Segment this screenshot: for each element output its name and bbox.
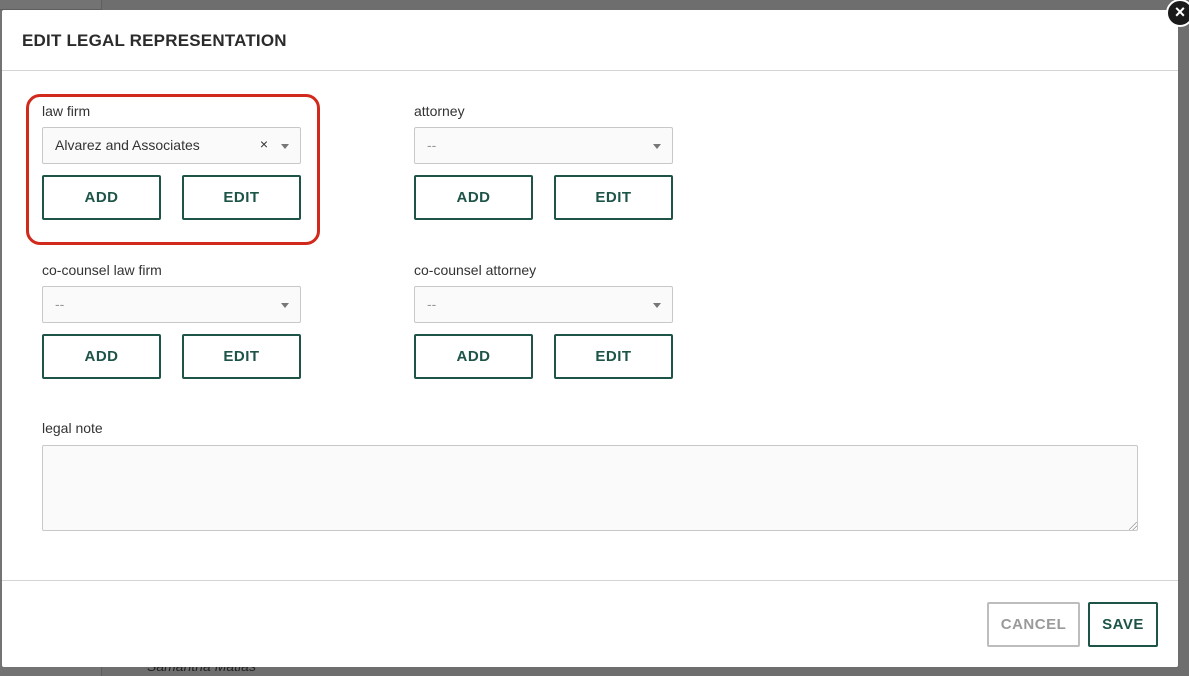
footer-divider <box>2 580 1178 581</box>
edit-legal-representation-modal: EDIT LEGAL REPRESENTATION law firm Alvar… <box>2 0 1189 667</box>
chevron-down-icon <box>281 144 289 149</box>
cancel-button[interactable]: CANCEL <box>987 602 1080 647</box>
close-icon[interactable]: × <box>1166 0 1189 27</box>
co-counsel-law-firm-edit-button[interactable]: EDIT <box>182 334 301 379</box>
clear-selection-icon[interactable]: × <box>260 136 268 152</box>
chevron-down-icon <box>653 144 661 149</box>
attorney-add-button[interactable]: ADD <box>414 175 533 220</box>
attorney-edit-button[interactable]: EDIT <box>554 175 673 220</box>
co-counsel-law-firm-select[interactable]: -- <box>42 286 301 323</box>
law-firm-selected-value: Alvarez and Associates <box>55 137 200 153</box>
attorney-select[interactable]: -- <box>414 127 673 164</box>
save-button[interactable]: SAVE <box>1088 602 1158 647</box>
resize-grip-icon[interactable] <box>1129 522 1137 530</box>
legal-note-label: legal note <box>42 420 103 436</box>
modal-title: EDIT LEGAL REPRESENTATION <box>22 31 287 50</box>
law-firm-select[interactable]: Alvarez and Associates × <box>42 127 301 164</box>
co-counsel-law-firm-add-button[interactable]: ADD <box>42 334 161 379</box>
co-counsel-attorney-placeholder: -- <box>427 296 437 312</box>
modal-header: EDIT LEGAL REPRESENTATION <box>2 10 1178 71</box>
law-firm-label: law firm <box>42 103 91 119</box>
legal-note-textarea[interactable] <box>42 445 1138 531</box>
chevron-down-icon <box>281 303 289 308</box>
co-counsel-attorney-add-button[interactable]: ADD <box>414 334 533 379</box>
attorney-placeholder: -- <box>427 137 437 153</box>
law-firm-add-button[interactable]: ADD <box>42 175 161 220</box>
law-firm-edit-button[interactable]: EDIT <box>182 175 301 220</box>
co-counsel-law-firm-label: co-counsel law firm <box>42 262 162 278</box>
co-counsel-attorney-edit-button[interactable]: EDIT <box>554 334 673 379</box>
co-counsel-attorney-label: co-counsel attorney <box>414 262 537 278</box>
chevron-down-icon <box>653 303 661 308</box>
co-counsel-law-firm-placeholder: -- <box>55 296 65 312</box>
attorney-label: attorney <box>414 103 465 119</box>
co-counsel-attorney-select[interactable]: -- <box>414 286 673 323</box>
